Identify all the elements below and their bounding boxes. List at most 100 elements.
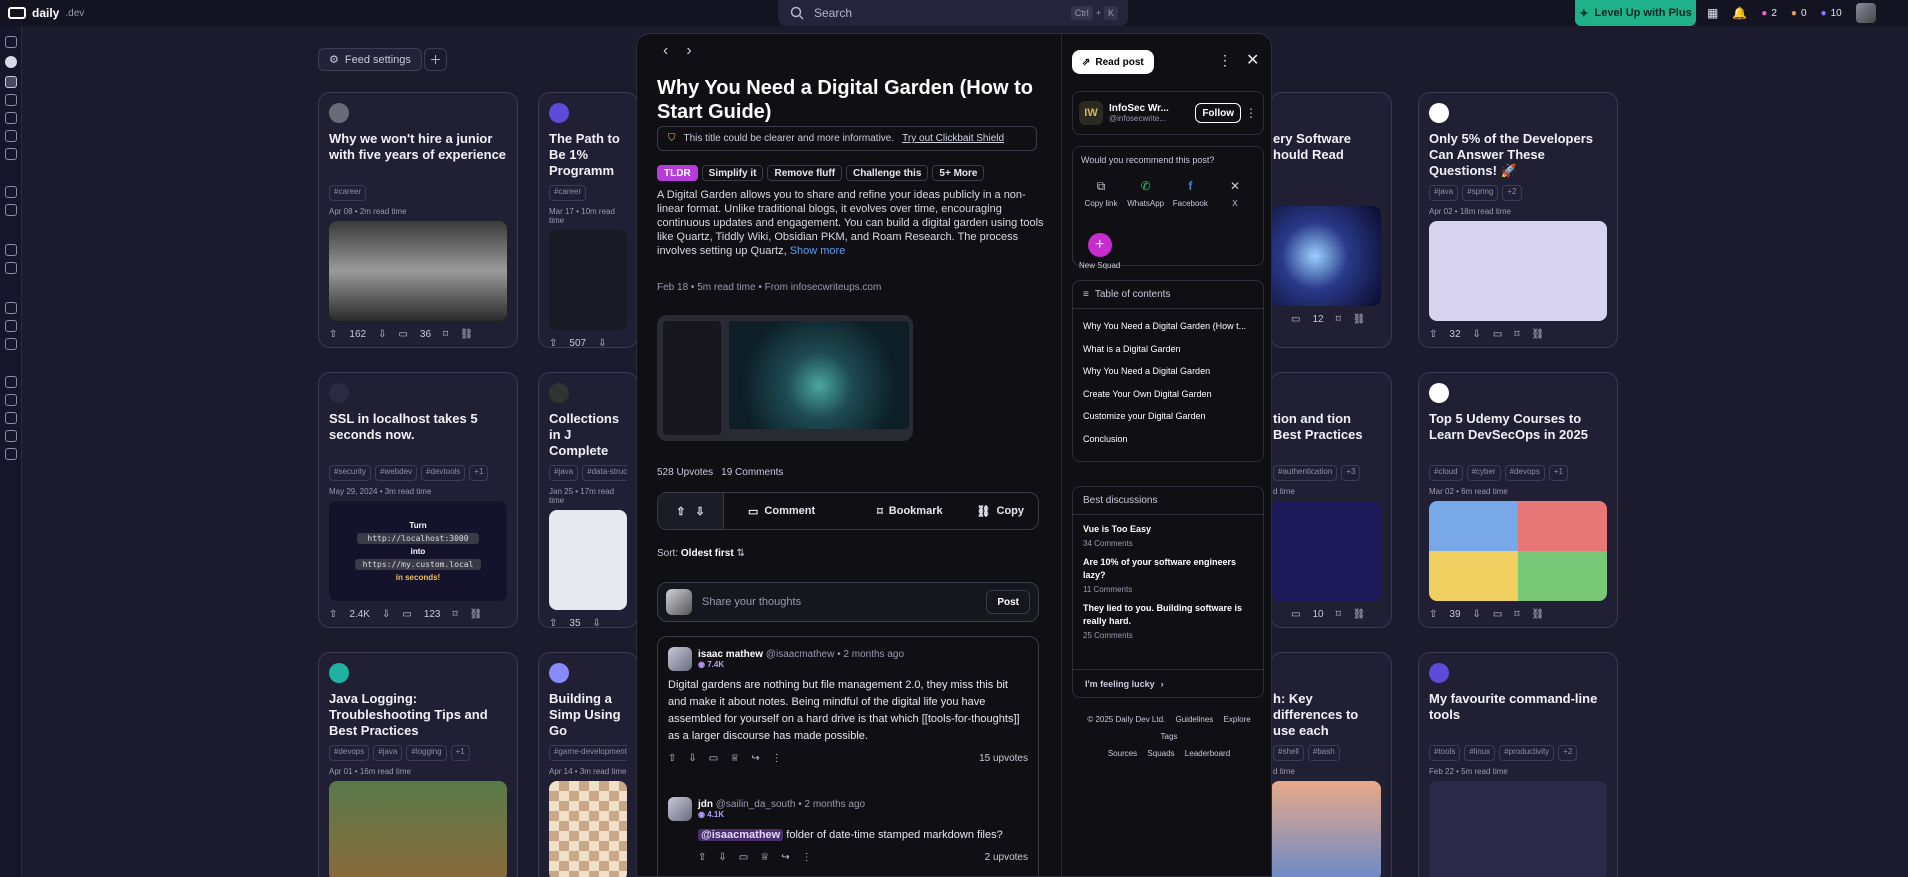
level-up-plus-button[interactable]: ✦ Level Up with Plus (1575, 0, 1696, 26)
next-arrow-icon[interactable]: › (686, 42, 691, 60)
search-bar[interactable]: Search Ctrl + K (778, 0, 1128, 26)
comment-icon[interactable]: ▭ (1291, 609, 1300, 620)
card-tag[interactable]: #career (329, 185, 367, 201)
comment-icon[interactable]: ▭ (1493, 609, 1502, 620)
card-tag[interactable]: +1 (1548, 465, 1568, 481)
more-icon[interactable]: ⋮ (772, 753, 782, 764)
share-icon[interactable]: ↪ (781, 852, 789, 863)
card-tag[interactable]: #logging (406, 745, 447, 761)
toc-item[interactable]: What is a Digital Garden (1073, 338, 1263, 361)
commenter-name[interactable]: jdn (698, 799, 713, 810)
upvote-icon[interactable]: ⇧ (698, 852, 706, 863)
globe-icon[interactable] (5, 394, 17, 406)
reputation-stat[interactable]: ● 2 (1761, 8, 1777, 19)
upvote-icon[interactable]: ⇧ (329, 609, 337, 620)
cores-stat[interactable]: ● 0 (1791, 8, 1807, 19)
source-name[interactable]: InfoSec Wr... (1109, 103, 1169, 114)
remove-fluff-chip[interactable]: Remove fluff (767, 165, 843, 181)
post-card[interactable]: Only 5% of the Developers Can Answer The… (1418, 92, 1618, 348)
discover-icon[interactable] (5, 376, 17, 388)
award-icon[interactable]: ♕ (760, 852, 769, 863)
bookmark-icon[interactable]: ⌑ (443, 329, 448, 340)
footer-link-squads[interactable]: Squads (1147, 749, 1174, 758)
bookmarks-icon[interactable] (5, 302, 17, 314)
card-tag[interactable]: #data-struct (582, 465, 627, 481)
downvote-icon[interactable]: ⇩ (688, 753, 696, 764)
share-icon[interactable]: ↪ (751, 753, 759, 764)
downvote-icon[interactable]: ⇩ (382, 609, 390, 620)
card-tag[interactable]: +1 (450, 745, 470, 761)
downvote-icon[interactable]: ⇩ (378, 329, 386, 340)
new-squad-button[interactable]: + New Squad (1079, 233, 1120, 270)
upvote-icon[interactable]: ⇧ (668, 753, 676, 764)
card-tag[interactable]: #devops (1504, 465, 1545, 481)
card-tag[interactable]: +2 (1558, 745, 1578, 761)
upvote-icon[interactable]: ⇧ (549, 618, 557, 627)
card-tag[interactable]: #game-development (549, 745, 627, 761)
footer-link-leaderboard[interactable]: Leaderboard (1185, 749, 1230, 758)
toc-item[interactable]: Why You Need a Digital Garden (How t... (1073, 315, 1263, 338)
footer-link-tags[interactable]: Tags (1161, 732, 1178, 741)
card-tag[interactable]: #productivity (1499, 745, 1555, 761)
bookmark-icon[interactable]: ⌑ (1336, 314, 1341, 325)
more-icon[interactable]: ⋮ (802, 852, 812, 863)
card-tag[interactable]: #tools (1429, 745, 1461, 761)
toc-item[interactable]: Conclusion (1073, 428, 1263, 451)
downvote-icon[interactable]: ⇩ (696, 505, 705, 518)
source-menu-icon[interactable]: ⋮ (1245, 106, 1257, 120)
link-icon[interactable]: ⛓ (1353, 609, 1366, 620)
streak-stat[interactable]: ● 10 (1821, 8, 1842, 19)
new-comment-box[interactable]: Share your thoughts Post (657, 582, 1039, 622)
post-card[interactable]: Java Logging: Troubleshooting Tips and B… (318, 652, 518, 877)
read-later-icon[interactable] (5, 320, 17, 332)
post-card[interactable]: The Path to Be 1% Programm #career Mar 1… (538, 92, 638, 348)
sidebar-toggle-icon[interactable] (5, 36, 17, 48)
link-icon[interactable]: ⛓ (1532, 329, 1545, 340)
upvote-icon[interactable]: ⇧ (329, 329, 337, 340)
card-tag[interactable]: #java (549, 465, 579, 481)
card-tag[interactable]: +3 (1341, 465, 1361, 481)
my-feed-icon[interactable] (5, 76, 17, 88)
custom-feed-icon[interactable] (5, 244, 17, 256)
bookmark-icon[interactable]: ⌑ (1514, 329, 1519, 340)
feed-settings-button[interactable]: ⚙ Feed settings (318, 48, 422, 71)
downvote-icon[interactable]: ⇩ (1473, 609, 1481, 620)
bookmark-icon[interactable]: ⌑ (1514, 609, 1519, 620)
card-tag[interactable]: #career (549, 185, 587, 201)
clickbait-shield-link[interactable]: Try out Clickbait Shield (902, 133, 1004, 144)
comments-count[interactable]: 19 Comments (721, 467, 783, 478)
card-tag[interactable]: #java (1429, 185, 1459, 201)
post-card[interactable]: Building a Simp Using Go #game-developme… (538, 652, 638, 877)
upvote-icon[interactable]: ⇧ (1429, 329, 1437, 340)
commenter-name[interactable]: isaac mathew (698, 649, 763, 660)
leaderboard-icon[interactable] (5, 412, 17, 424)
link-icon[interactable]: ⛓ (460, 329, 473, 340)
copy-link-button[interactable]: ⧉ Copy link (1081, 177, 1121, 209)
post-card[interactable]: SSL in localhost takes 5 seconds now. #s… (318, 372, 518, 628)
add-squad-icon[interactable] (5, 204, 17, 216)
link-icon[interactable] (5, 448, 17, 460)
post-card[interactable]: ery Software hould Read ▭ 12 ⌑ ⛓ (1270, 92, 1392, 348)
card-tag[interactable]: #spring (1462, 185, 1499, 201)
upvote-icon[interactable]: ⇧ (676, 505, 685, 518)
card-tag[interactable]: #devtools (421, 465, 466, 481)
squads-icon[interactable] (5, 186, 17, 198)
post-card[interactable]: h: Key differences to use each #shell #ba… (1270, 652, 1392, 877)
toc-item[interactable]: Customize your Digital Garden (1073, 405, 1263, 428)
daily-dev-logo[interactable]: daily .dev (8, 6, 84, 20)
profile-avatar[interactable] (1855, 3, 1876, 23)
award-icon[interactable]: ♕ (730, 753, 739, 764)
options-icon[interactable]: ⋮ (1218, 52, 1232, 69)
reply-icon[interactable]: ▭ (709, 753, 718, 764)
comment-icon[interactable]: ▭ (1493, 329, 1502, 340)
commenter-avatar[interactable] (668, 797, 692, 821)
footer-link-explore[interactable]: Explore (1224, 715, 1251, 724)
footer-link-sources[interactable]: Sources (1108, 749, 1137, 758)
explore-icon[interactable] (5, 112, 17, 124)
toc-item[interactable]: Create Your Own Digital Garden (1073, 383, 1263, 406)
whatsapp-button[interactable]: ✆ WhatsApp (1126, 177, 1166, 208)
feeling-lucky-button[interactable]: I'm feeling lucky › (1073, 669, 1263, 697)
source-logo[interactable]: IW (1079, 101, 1103, 125)
card-tag[interactable]: #devops (329, 745, 370, 761)
post-card[interactable]: Top 5 Udemy Courses to Learn DevSecOps i… (1418, 372, 1618, 628)
